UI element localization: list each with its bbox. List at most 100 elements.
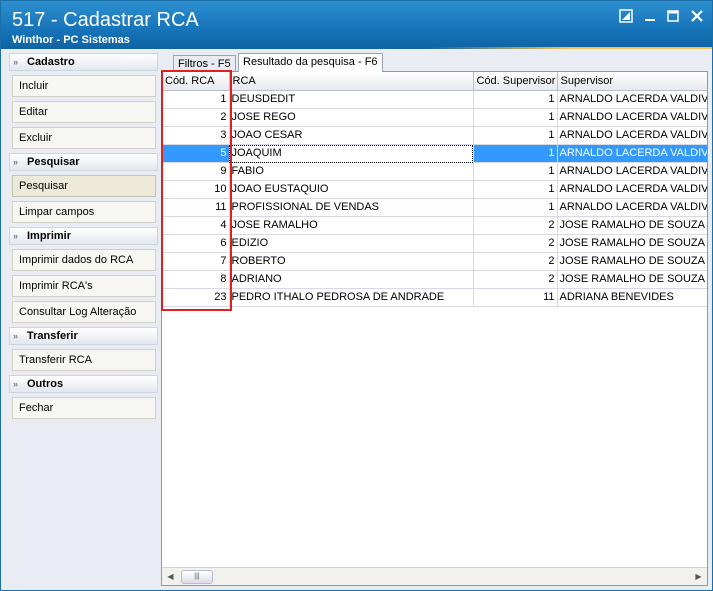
cell-supervisor[interactable]: JOSE RAMALHO DE SOUZA (557, 216, 707, 235)
cell-supervisor[interactable]: JOSE RAMALHO DE SOUZA (557, 270, 707, 289)
cell-supervisor[interactable]: JOSE RAMALHO DE SOUZA (557, 252, 707, 271)
table-row[interactable]: 5JOAQUIM1ARNALDO LACERDA VALDIVINO (162, 144, 707, 163)
results-grid: Cód. RCA RCA Cód. Supervisor Supervisor … (162, 72, 707, 307)
cell-rca[interactable]: EDIZIO (229, 234, 474, 253)
cell-rca[interactable]: ADRIANO (229, 270, 474, 289)
table-row[interactable]: 3JOAO CESAR1ARNALDO LACERDA VALDIVINO (162, 126, 707, 145)
cell-supervisor[interactable]: ARNALDO LACERDA VALDIVINO (557, 126, 707, 145)
cell-cod-rca[interactable]: 4 (162, 216, 230, 235)
table-row[interactable]: 11 PROFISSIONAL DE VENDAS 1 ARNALDO LACERDA… (162, 198, 707, 217)
scroll-right-icon[interactable]: ▶ (690, 568, 707, 585)
cell-supervisor[interactable]: ARNALDO LACERDA VALDIVINO (557, 144, 707, 163)
cell-cod-supervisor[interactable]: 2 (473, 270, 558, 289)
cell-cod-supervisor[interactable]: 1 (473, 198, 558, 217)
cell-cod-rca[interactable]: 1 (162, 90, 230, 109)
col-header-cod-rca[interactable]: Cód. RCA (162, 72, 230, 91)
collapse-chevron-icon[interactable]: » (13, 154, 18, 170)
cell-supervisor[interactable]: ARNALDO LACERDA VALDIVINO (557, 198, 707, 217)
collapse-chevron-icon[interactable]: » (13, 228, 18, 244)
section-pesquisar[interactable]: » Pesquisar (9, 153, 158, 171)
table-row[interactable]: 1DEUSDEDIT1ARNALDO LACERDA VALDIVINO (162, 90, 707, 109)
table-row[interactable]: 7 ROBERTO 2 JOSE RAMALHO DE SOUZA (162, 252, 707, 271)
cell-cod-rca[interactable]: 11 (162, 198, 230, 217)
section-transferir[interactable]: » Transferir (9, 327, 158, 345)
cell-supervisor[interactable]: JOSE RAMALHO DE SOUZA (557, 234, 707, 253)
cell-rca[interactable]: JOSE REGO (229, 108, 474, 127)
col-header-cod-supervisor[interactable]: Cód. Supervisor (473, 72, 558, 91)
pesquisar-button[interactable]: Pesquisar (12, 175, 156, 197)
cell-rca[interactable]: PROFISSIONAL DE VENDAS (229, 198, 474, 217)
title-accent-line (1, 47, 712, 49)
cell-supervisor[interactable]: ARNALDO LACERDA VALDIVINO (557, 180, 707, 199)
cell-supervisor[interactable]: ADRIANA BENEVIDES (557, 288, 707, 307)
cell-rca[interactable]: JOAO CESAR (229, 126, 474, 145)
cell-cod-rca[interactable]: 2 (162, 108, 230, 127)
close-icon[interactable] (689, 9, 705, 25)
cell-cod-supervisor[interactable]: 1 (473, 90, 558, 109)
cell-rca[interactable]: DEUSDEDIT (229, 90, 474, 109)
cell-supervisor[interactable]: ARNALDO LACERDA VALDIVINO (557, 162, 707, 181)
section-outros[interactable]: » Outros (9, 375, 158, 393)
cell-rca[interactable]: JOAO EUSTAQUIO (229, 180, 474, 199)
section-cadastro[interactable]: » Cadastro (9, 53, 158, 71)
col-header-rca[interactable]: RCA (229, 72, 474, 91)
cell-rca[interactable]: FABIO (229, 162, 474, 181)
cell-cod-supervisor[interactable]: 1 (473, 108, 558, 127)
cell-cod-supervisor[interactable]: 11 (473, 288, 558, 307)
maximize-icon[interactable] (665, 9, 681, 25)
limpar-campos-button[interactable]: Limpar campos (12, 201, 156, 223)
restore-icon[interactable] (618, 9, 634, 25)
cell-cod-rca[interactable]: 7 (162, 252, 230, 271)
collapse-chevron-icon[interactable]: » (13, 54, 18, 70)
title-bar[interactable]: 517 - Cadastrar RCA Winthor - PC Sistema… (1, 1, 712, 49)
cell-cod-rca[interactable]: 8 (162, 270, 230, 289)
cell-cod-supervisor[interactable]: 1 (473, 144, 558, 163)
table-row[interactable]: 23 PEDRO ITHALO PEDROSA DE ANDRADE 11 ADRIA… (162, 288, 707, 307)
cell-cod-supervisor[interactable]: 2 (473, 252, 558, 271)
cell-cod-supervisor[interactable]: 2 (473, 234, 558, 253)
cell-supervisor[interactable]: ARNALDO LACERDA VALDIVINO (557, 108, 707, 127)
editar-button[interactable]: Editar (12, 101, 156, 123)
incluir-button[interactable]: Incluir (12, 75, 156, 97)
cell-cod-rca[interactable]: 23 (162, 288, 230, 307)
collapse-chevron-icon[interactable]: » (13, 328, 18, 344)
cell-cod-rca[interactable]: 10 (162, 180, 230, 199)
table-row[interactable]: 4 JOSE RAMALHO 2 JOSE RAMALHO DE SOUZA (162, 216, 707, 235)
cell-rca[interactable]: JOAQUIM (229, 144, 474, 163)
cell-cod-supervisor[interactable]: 2 (473, 216, 558, 235)
tab-resultado-pesquisa[interactable]: Resultado da pesquisa - F6 (238, 53, 383, 72)
horizontal-scrollbar[interactable]: ◀ ||| ▶ (162, 567, 707, 585)
minimize-icon[interactable] (642, 9, 658, 25)
cell-rca[interactable]: ROBERTO (229, 252, 474, 271)
col-header-supervisor[interactable]: Supervisor (557, 72, 707, 91)
cell-cod-supervisor[interactable]: 1 (473, 162, 558, 181)
table-row[interactable]: 9FABIO1ARNALDO LACERDA VALDIVINO (162, 162, 707, 181)
transferir-rca-button[interactable]: Transferir RCA (12, 349, 156, 371)
table-row[interactable]: 8 ADRIANO 2 JOSE RAMALHO DE SOUZA (162, 270, 707, 289)
fechar-button[interactable]: Fechar (12, 397, 156, 419)
window-title: 517 - Cadastrar RCA (12, 9, 199, 31)
imprimir-dados-do-rca-button[interactable]: Imprimir dados do RCA (12, 249, 156, 271)
cell-cod-rca[interactable]: 5 (162, 144, 230, 163)
cell-cod-rca[interactable]: 9 (162, 162, 230, 181)
cell-cod-rca[interactable]: 3 (162, 126, 230, 145)
cell-supervisor[interactable]: ARNALDO LACERDA VALDIVINO (557, 90, 707, 109)
consultar-log-alteracao-button[interactable]: Consultar Log Alteração (12, 301, 156, 323)
table-row[interactable]: 2JOSE REGO1ARNALDO LACERDA VALDIVINO (162, 108, 707, 127)
section-imprimir[interactable]: » Imprimir (9, 227, 158, 245)
cell-cod-supervisor[interactable]: 1 (473, 126, 558, 145)
excluir-button[interactable]: Excluir (12, 127, 156, 149)
cell-cod-supervisor[interactable]: 1 (473, 180, 558, 199)
scroll-thumb[interactable]: ||| (181, 570, 213, 584)
scroll-left-icon[interactable]: ◀ (162, 568, 179, 585)
imprimir-rca-s-button[interactable]: Imprimir RCA's (12, 275, 156, 297)
collapse-chevron-icon[interactable]: » (13, 376, 18, 392)
table-row[interactable]: 6 EDIZIO 2 JOSE RAMALHO DE SOUZA (162, 234, 707, 253)
window-subtitle: Winthor - PC Sistemas (12, 34, 130, 46)
cell-rca[interactable]: JOSE RAMALHO (229, 216, 474, 235)
tab-filtros[interactable]: Filtros - F5 (173, 55, 236, 72)
table-row[interactable]: 10JOAO EUSTAQUIO1ARNALDO LACERDA VALDIVI… (162, 180, 707, 199)
cell-rca[interactable]: PEDRO ITHALO PEDROSA DE ANDRADE (229, 288, 474, 307)
cell-cod-rca[interactable]: 6 (162, 234, 230, 253)
section-label: Pesquisar (27, 156, 80, 168)
